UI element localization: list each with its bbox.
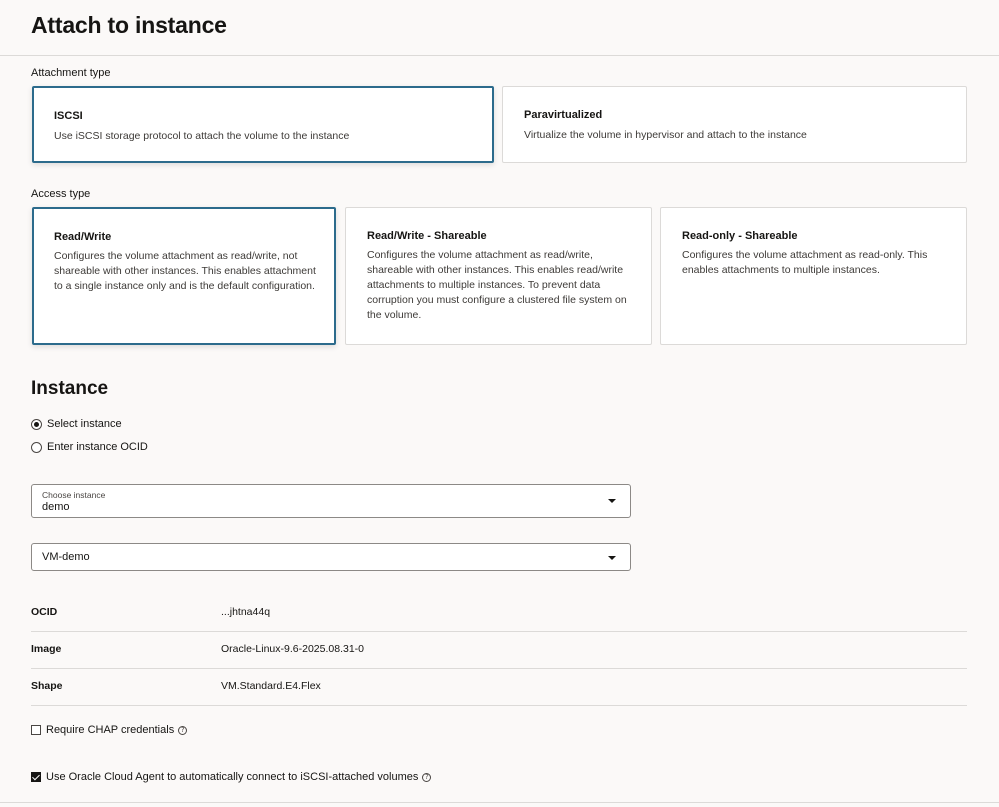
detail-row-ocid: OCID ...jhtna44q xyxy=(31,595,967,632)
page-header: Attach to instance xyxy=(0,0,999,56)
instance-select[interactable]: VM-demo xyxy=(31,543,631,571)
detail-key: OCID xyxy=(31,606,58,618)
detail-key: Shape xyxy=(31,680,63,692)
attachment-type-label: Attachment type xyxy=(31,67,111,79)
choose-instance-compartment-select[interactable]: Choose instance demo xyxy=(31,484,631,518)
page-title: Attach to instance xyxy=(31,12,227,38)
cloud-agent-label: Use Oracle Cloud Agent to automatically … xyxy=(46,771,419,783)
question-circle-icon[interactable]: ? xyxy=(422,772,432,782)
access-card-read-write-description: Configures the volume attachment as read… xyxy=(54,250,316,292)
radio-select-instance[interactable]: Select instance xyxy=(31,416,122,432)
attachment-card-iscsi-title: ISCSI xyxy=(54,110,83,122)
detail-value: VM.Standard.E4.Flex xyxy=(221,680,321,692)
access-card-read-only-shareable-title: Read-only - Shareable xyxy=(682,230,798,242)
access-card-read-write-title: Read/Write xyxy=(54,231,112,243)
chap-credentials-label: Require CHAP credentials xyxy=(46,724,175,736)
detail-key: Image xyxy=(31,643,62,655)
access-card-read-write-shareable[interactable]: Read/Write - Shareable Configures the vo… xyxy=(345,207,652,345)
access-type-label: Access type xyxy=(31,188,91,200)
cloud-agent-checkbox[interactable] xyxy=(31,772,41,782)
chap-credentials-option: Require CHAP credentials ? xyxy=(31,722,188,738)
access-card-read-write-shareable-description: Configures the volume attachment as read… xyxy=(367,249,627,321)
instance-select-value: VM-demo xyxy=(42,551,90,563)
instance-heading: Instance xyxy=(31,378,109,399)
chevron-down-icon[interactable] xyxy=(608,499,616,503)
radio-select-instance-control[interactable] xyxy=(31,418,42,430)
radio-select-instance-label: Select instance xyxy=(47,418,122,430)
access-card-read-only-shareable[interactable]: Read-only - Shareable Configures the vol… xyxy=(660,207,967,345)
attachment-card-paravirtualized[interactable]: Paravirtualized Virtualize the volume in… xyxy=(502,86,967,163)
bottom-divider xyxy=(0,802,999,803)
detail-value: ...jhtna44q xyxy=(221,606,271,618)
radio-enter-instance-ocid[interactable]: Enter instance OCID xyxy=(31,439,148,455)
detail-row-shape: Shape VM.Standard.E4.Flex xyxy=(31,669,967,706)
attachment-card-paravirtualized-title: Paravirtualized xyxy=(524,109,603,121)
chevron-down-icon[interactable] xyxy=(608,556,616,560)
attachment-card-paravirtualized-description: Virtualize the volume in hypervisor and … xyxy=(524,129,807,141)
question-circle-icon[interactable]: ? xyxy=(178,725,188,735)
access-card-read-write[interactable]: Read/Write Configures the volume attachm… xyxy=(32,207,336,345)
radio-enter-instance-ocid-control[interactable] xyxy=(31,441,42,453)
detail-row-image: Image Oracle-Linux-9.6-2025.08.31-0 xyxy=(31,632,967,669)
choose-instance-label: Choose instance xyxy=(42,490,106,500)
choose-instance-value: demo xyxy=(42,501,70,513)
access-card-read-write-shareable-title: Read/Write - Shareable xyxy=(367,230,487,242)
attachment-card-iscsi[interactable]: ISCSI Use iSCSI storage protocol to atta… xyxy=(32,86,494,163)
radio-enter-instance-ocid-label: Enter instance OCID xyxy=(47,441,148,453)
chap-credentials-checkbox[interactable] xyxy=(31,725,41,735)
cloud-agent-option: Use Oracle Cloud Agent to automatically … xyxy=(31,769,432,785)
access-card-read-only-shareable-description: Configures the volume attachment as read… xyxy=(682,249,928,276)
attachment-card-iscsi-description: Use iSCSI storage protocol to attach the… xyxy=(54,130,350,142)
detail-value: Oracle-Linux-9.6-2025.08.31-0 xyxy=(221,643,365,655)
